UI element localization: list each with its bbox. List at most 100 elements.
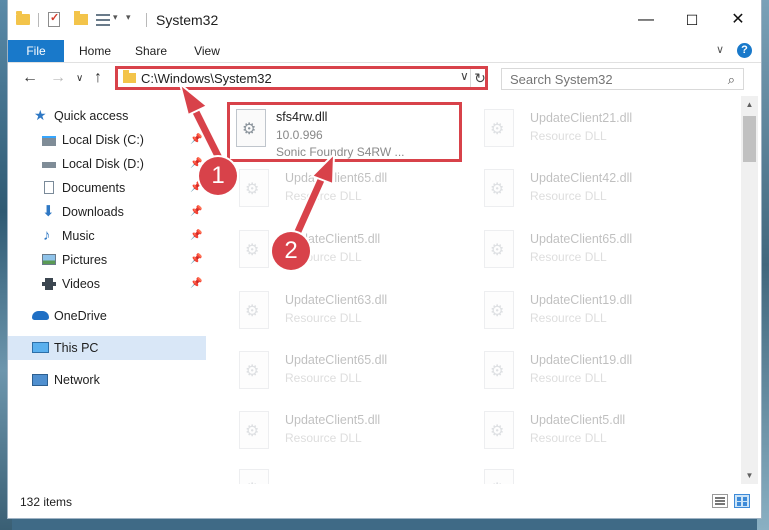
videos-icon xyxy=(42,278,56,290)
sidebar-item-onedrive[interactable]: OneDrive xyxy=(8,304,206,328)
search-box[interactable]: ⌕ xyxy=(501,68,744,90)
file-item[interactable]: ⚙ UpdateClient21.dll Resource DLL xyxy=(475,102,710,162)
file-item[interactable]: ⚙ UpdateClient5.dll Resource DLL xyxy=(230,404,465,464)
search-icon: ⌕ xyxy=(727,72,735,87)
file-description: Resource DLL xyxy=(530,189,607,203)
file-item[interactable]: ⚙ UpdateClient19.dll Resource DLL xyxy=(475,284,710,344)
file-name: UpdateClient19.dll xyxy=(530,353,633,367)
expand-ribbon-icon[interactable]: ∨ xyxy=(716,43,724,56)
file-item[interactable]: ⚙ UpdateClient19.dll Resource DLL xyxy=(475,344,710,404)
dll-file-icon: ⚙ xyxy=(236,109,270,149)
dll-file-icon: ⚙ xyxy=(239,230,273,270)
scrollbar-thumb[interactable] xyxy=(743,116,756,162)
pin-icon[interactable]: 📌 xyxy=(190,224,202,248)
pictures-icon xyxy=(42,254,56,265)
tab-file[interactable]: File xyxy=(8,40,64,62)
sidebar-item-pictures[interactable]: Pictures 📌 xyxy=(8,248,206,272)
scroll-down-icon[interactable]: ▼ xyxy=(741,467,758,484)
chevron-down-icon[interactable]: ▾ xyxy=(113,12,118,23)
file-description: Resource DLL xyxy=(530,250,607,264)
sidebar-item-quick-access[interactable]: ★ Quick access xyxy=(8,104,206,128)
large-icons-view-icon[interactable] xyxy=(734,494,750,508)
file-description: Resource DLL xyxy=(530,129,607,143)
file-item[interactable]: ⚙ UpdateClient65.dll Resource DLL xyxy=(475,223,710,283)
maximize-button[interactable]: ☐ xyxy=(669,0,715,40)
scroll-up-icon[interactable]: ▲ xyxy=(741,96,758,113)
file-item-partial[interactable]: ⚙ xyxy=(230,462,465,484)
file-item[interactable]: ⚙ UpdateClient65.dll Resource DLL xyxy=(230,162,465,222)
dll-file-icon: ⚙ xyxy=(484,109,518,149)
cloud-icon xyxy=(32,311,49,320)
file-name: UpdateClient5.dll xyxy=(285,413,381,427)
drive-icon xyxy=(42,162,56,168)
file-description: Sonic Foundry S4RW ... xyxy=(276,145,405,159)
dll-file-icon: ⚙ xyxy=(484,169,518,209)
search-input[interactable] xyxy=(510,72,710,87)
pin-icon[interactable]: 📌 xyxy=(190,272,202,296)
pin-icon[interactable]: 📌 xyxy=(190,200,202,224)
step-badge-2: 2 xyxy=(272,232,310,270)
sidebar-item-label: Local Disk (C:) xyxy=(62,133,144,147)
file-name: sfs4rw.dll xyxy=(276,110,328,124)
sidebar-item-label: Documents xyxy=(62,181,126,195)
customize-toolbar-icon[interactable]: ▾ xyxy=(126,12,131,23)
sidebar-item-this-pc[interactable]: This PC xyxy=(8,336,206,360)
pin-icon[interactable]: 📌 xyxy=(190,248,202,272)
pin-icon[interactable]: 📌 xyxy=(190,128,202,152)
sidebar-item-local-disk-c[interactable]: Local Disk (C:) 📌 xyxy=(8,128,206,152)
help-icon[interactable]: ? xyxy=(737,43,752,58)
refresh-icon[interactable]: ↻ xyxy=(470,69,489,87)
ribbon-tabs: File Home Share View ∨ ? xyxy=(8,40,761,63)
sidebar-item-label: Downloads xyxy=(62,205,124,219)
item-count: 132 items xyxy=(20,495,73,509)
close-button[interactable]: ✕ xyxy=(715,0,761,40)
file-item[interactable]: ⚙ UpdateClient63.dll Resource DLL xyxy=(230,284,465,344)
file-description: Resource DLL xyxy=(285,431,362,445)
back-arrow-icon[interactable]: ← xyxy=(22,69,38,87)
up-arrow-icon[interactable]: ↑ xyxy=(94,69,102,87)
sidebar-item-label: OneDrive xyxy=(54,309,107,323)
file-item-partial[interactable]: ⚙ xyxy=(475,462,710,484)
file-item-sfs4rw-dll[interactable]: ⚙ sfs4rw.dll 10.0.996 Sonic Foundry S4RW… xyxy=(227,102,462,162)
properties-icon[interactable] xyxy=(48,11,60,27)
view-options-icon[interactable] xyxy=(96,14,110,26)
file-item[interactable]: ⚙ UpdateClient42.dll Resource DLL xyxy=(475,162,710,222)
dll-file-icon: ⚙ xyxy=(484,469,518,484)
sidebar-item-local-disk-d[interactable]: Local Disk (D:) 📌 xyxy=(8,152,206,176)
address-dropdown-icon[interactable]: ∨ xyxy=(460,69,469,83)
dll-file-icon: ⚙ xyxy=(484,230,518,270)
window-title: System32 xyxy=(156,12,219,28)
recent-locations-icon[interactable]: ∨ xyxy=(76,73,83,84)
minimize-button[interactable]: — xyxy=(623,0,669,40)
dll-file-icon: ⚙ xyxy=(239,351,273,391)
sidebar-item-label: Network xyxy=(54,373,100,387)
file-name: UpdateClient65.dll xyxy=(530,232,633,246)
file-item[interactable]: ⚙ UpdateClient5.dll Resource DLL xyxy=(230,223,465,283)
sidebar-item-label: Local Disk (D:) xyxy=(62,157,144,171)
tab-view[interactable]: View xyxy=(182,40,232,62)
sidebar-item-downloads[interactable]: ⬇ Downloads 📌 xyxy=(8,200,206,224)
sidebar-item-documents[interactable]: Documents 📌 xyxy=(8,176,206,200)
file-item[interactable]: ⚙ UpdateClient65.dll Resource DLL xyxy=(230,344,465,404)
file-description: Resource DLL xyxy=(530,311,607,325)
drive-icon xyxy=(42,136,56,146)
sidebar-item-label: This PC xyxy=(54,341,99,355)
folder-icon xyxy=(16,11,30,25)
tab-home[interactable]: Home xyxy=(70,40,120,62)
sidebar-item-network[interactable]: Network xyxy=(8,368,206,392)
file-description: Resource DLL xyxy=(530,431,607,445)
file-name: UpdateClient65.dll xyxy=(285,353,388,367)
vertical-scrollbar[interactable]: ▲ ▼ xyxy=(741,96,758,484)
file-item[interactable]: ⚙ UpdateClient5.dll Resource DLL xyxy=(475,404,710,464)
forward-arrow-icon[interactable]: → xyxy=(50,69,66,87)
details-view-icon[interactable] xyxy=(712,494,728,508)
address-bar[interactable]: ∨ xyxy=(115,66,488,90)
file-name: UpdateClient63.dll xyxy=(285,293,388,307)
sidebar-item-music[interactable]: ♪ Music 📌 xyxy=(8,224,206,248)
sidebar-item-videos[interactable]: Videos 📌 xyxy=(8,272,206,296)
sidebar-item-label: Music xyxy=(62,229,95,243)
new-folder-icon[interactable] xyxy=(74,11,88,25)
navigation-pane: ★ Quick access Local Disk (C:) 📌 Local D… xyxy=(8,96,206,484)
tab-share[interactable]: Share xyxy=(126,40,176,62)
address-input[interactable] xyxy=(141,71,441,86)
